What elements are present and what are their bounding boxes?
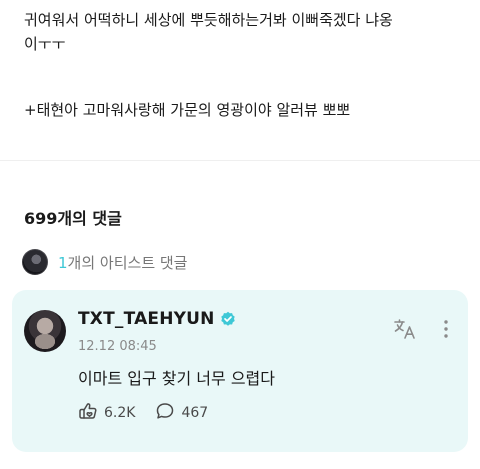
artist-comments-text: 개의 아티스트 댓글	[67, 253, 188, 272]
avatar[interactable]	[24, 310, 66, 352]
comments-count-header: 699개의 댓글	[24, 209, 122, 228]
artist-comments-filter[interactable]: 1개의 아티스트 댓글	[22, 248, 187, 276]
post-text-line-1: 귀여워서 어떡하니 세상에 뿌듯해하는거봐 이뻐죽겠다 냐옹	[24, 11, 393, 29]
post-text-line-2: 이ㅜㅜ	[24, 35, 66, 53]
verified-badge-icon	[220, 311, 236, 327]
reply-icon	[155, 402, 181, 424]
artist-avatar-small	[22, 249, 48, 275]
artist-comment-card: TXT_TAEHYUN 12.12 08:45 이마트 입구 찾기 너무 으렵다…	[12, 290, 468, 452]
comment-actions: 6.2K 467	[78, 402, 208, 424]
comment-author-name[interactable]: TXT_TAEHYUN	[78, 309, 215, 329]
more-vertical-icon[interactable]	[440, 318, 452, 340]
like-count: 6.2K	[104, 405, 136, 421]
section-divider	[0, 160, 480, 161]
comment-author-row: TXT_TAEHYUN	[78, 309, 236, 329]
reply-count: 467	[181, 405, 209, 421]
artist-comments-label: 1개의 아티스트 댓글	[58, 252, 187, 273]
like-button[interactable]: 6.2K	[78, 402, 135, 424]
comment-timestamp: 12.12 08:45	[78, 339, 157, 354]
post-body: 귀여워서 어떡하니 세상에 뿌듯해하는거봐 이뻐죽겠다 냐옹 이ㅜㅜ +태현아 …	[24, 8, 464, 122]
artist-comments-count: 1	[58, 253, 68, 272]
like-icon	[78, 402, 104, 424]
post-addendum: +태현아 고마워사랑해 가문의 영광이야 알러뷰 뽀뽀	[24, 101, 351, 119]
comment-text: 이마트 입구 찾기 너무 으렵다	[78, 369, 275, 388]
translate-icon[interactable]	[393, 318, 417, 340]
reply-button[interactable]: 467	[155, 402, 208, 424]
